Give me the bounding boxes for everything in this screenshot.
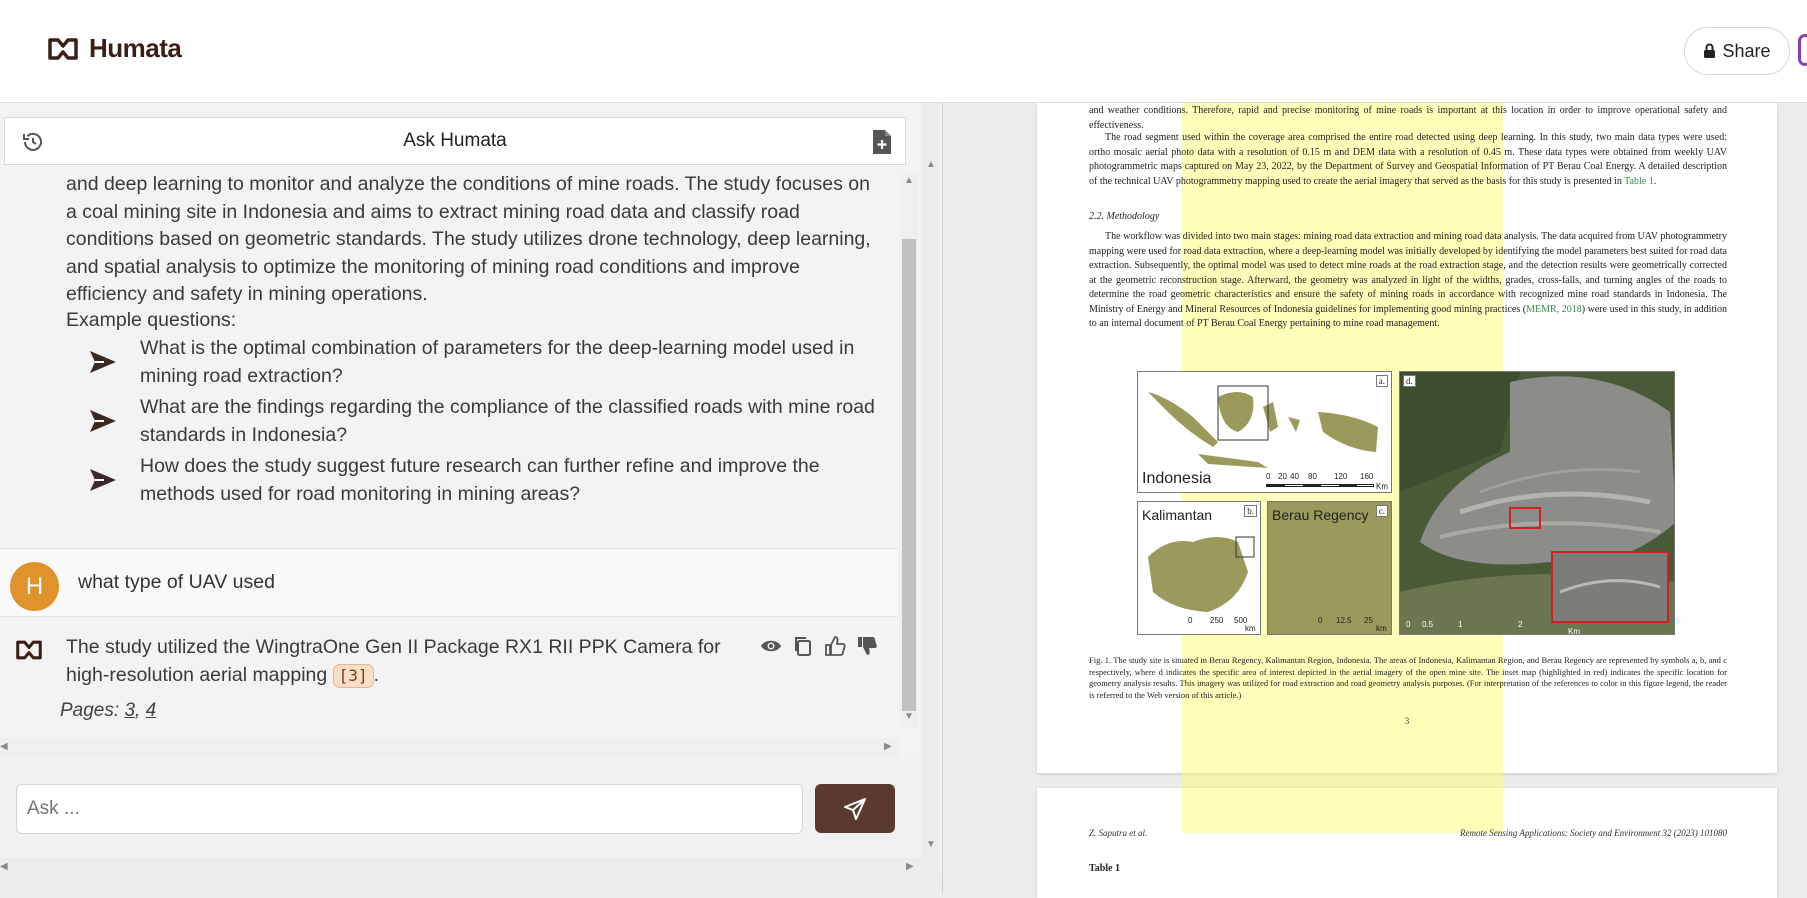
- copy-icon[interactable]: [792, 635, 814, 657]
- account-menu-icon[interactable]: [1798, 34, 1807, 66]
- map-berau-regency: c. Berau Regency 0 12.5 25 km: [1267, 501, 1392, 635]
- history-icon[interactable]: [21, 130, 45, 154]
- aerial-mine-image: d. 0 0.5 1 2 Km: [1399, 371, 1675, 635]
- user-message-text: what type of UAV used: [78, 571, 275, 593]
- assistant-answer: The study utilized the WingtraOne Gen II…: [66, 633, 746, 689]
- scrollbar-thumb[interactable]: [902, 239, 916, 711]
- pdf-section-heading: 2.2. Methodology: [1089, 211, 1160, 222]
- panel-vertical-scrollbar[interactable]: ▲ ▼: [922, 103, 940, 873]
- source-pages: Pages: 3, 4: [60, 700, 157, 721]
- text-highlight: [1182, 788, 1503, 833]
- page-link[interactable]: 3: [124, 700, 135, 721]
- eye-icon[interactable]: [760, 635, 782, 657]
- example-question-text: What is the optimal combination of param…: [140, 337, 855, 387]
- pdf-paragraph: The workflow was divided into two main s…: [1089, 231, 1728, 329]
- example-question-text: How does the study suggest future resear…: [140, 455, 820, 505]
- pdf-paragraph: and weather conditions. Therefore, rapid…: [1089, 105, 1727, 131]
- pdf-paragraph: The road segment used within the coverag…: [1089, 132, 1727, 187]
- lock-icon: [1704, 43, 1716, 58]
- share-button[interactable]: Share: [1684, 27, 1790, 75]
- map-kalimantan: b. Kalimantan 0 250 500 km: [1137, 501, 1261, 635]
- example-question[interactable]: What is the optimal combination of param…: [88, 335, 888, 390]
- chat-title: Ask Humata: [403, 130, 507, 151]
- answer-toolbar: [760, 635, 878, 657]
- ask-input[interactable]: [16, 784, 803, 834]
- send-arrow-icon: [90, 469, 116, 491]
- humata-logo-icon: [48, 37, 78, 60]
- thumbs-up-icon[interactable]: [824, 635, 846, 657]
- answer-end: .: [373, 664, 379, 686]
- assistant-answer-text: The study utilized the WingtraOne Gen II…: [66, 636, 721, 686]
- table-title: Table 1: [1089, 863, 1121, 874]
- humata-logo[interactable]: Humata: [47, 33, 182, 64]
- send-arrow-icon: [90, 351, 116, 373]
- send-arrow-icon: [90, 410, 116, 432]
- chat-vertical-scrollbar[interactable]: ▲ ▼: [900, 173, 918, 728]
- pdf-viewer[interactable]: and weather conditions. Therefore, rapid…: [942, 103, 1807, 898]
- running-header-journal: Remote Sensing Applications: Society and…: [1460, 828, 1727, 838]
- page-link[interactable]: 4: [146, 700, 157, 721]
- chat-header: Ask Humata: [4, 117, 906, 165]
- map-indonesia: a. Indonesia 0 20 40 80 120 160 Km: [1137, 371, 1392, 493]
- thumbs-down-icon[interactable]: [856, 635, 878, 657]
- user-message: H what type of UAV used: [0, 548, 898, 617]
- user-avatar: H: [10, 562, 59, 611]
- message-list[interactable]: and deep learning to monitor and analyze…: [0, 173, 898, 728]
- pdf-page: Z. Saputra et al. Remote Sensing Applica…: [1037, 788, 1777, 898]
- panel-horizontal-scrollbar[interactable]: ◀ ▶: [0, 858, 922, 876]
- share-label: Share: [1722, 40, 1771, 61]
- pdf-page-number: 3: [1404, 716, 1410, 726]
- composer: [0, 758, 922, 858]
- document-add-icon[interactable]: [871, 129, 893, 155]
- pdf-page: and weather conditions. Therefore, rapid…: [1037, 103, 1777, 843]
- citation-badge[interactable]: [3]: [332, 664, 374, 688]
- chat-horizontal-scrollbar[interactable]: ◀ ▶: [0, 738, 900, 756]
- humata-bot-icon: [16, 640, 42, 660]
- example-question-text: What are the findings regarding the comp…: [140, 396, 875, 446]
- chat-panel: Ask Humata and deep learning to monitor …: [0, 103, 942, 876]
- running-header-authors: Z. Saputra et al.: [1089, 828, 1148, 838]
- top-bar: Humata Share: [0, 0, 1807, 103]
- example-questions-heading: Example questions:: [66, 309, 237, 331]
- example-question[interactable]: How does the study suggest future resear…: [88, 453, 888, 508]
- figure-caption: Fig. 1. The study site is situated in Be…: [1089, 655, 1727, 700]
- paper-plane-icon: [844, 797, 866, 820]
- pages-label: Pages:: [60, 700, 120, 721]
- send-button[interactable]: [815, 784, 895, 833]
- example-question[interactable]: What are the findings regarding the comp…: [88, 394, 888, 449]
- brand-name: Humata: [89, 33, 182, 63]
- document-summary: and deep learning to monitor and analyze…: [66, 173, 871, 305]
